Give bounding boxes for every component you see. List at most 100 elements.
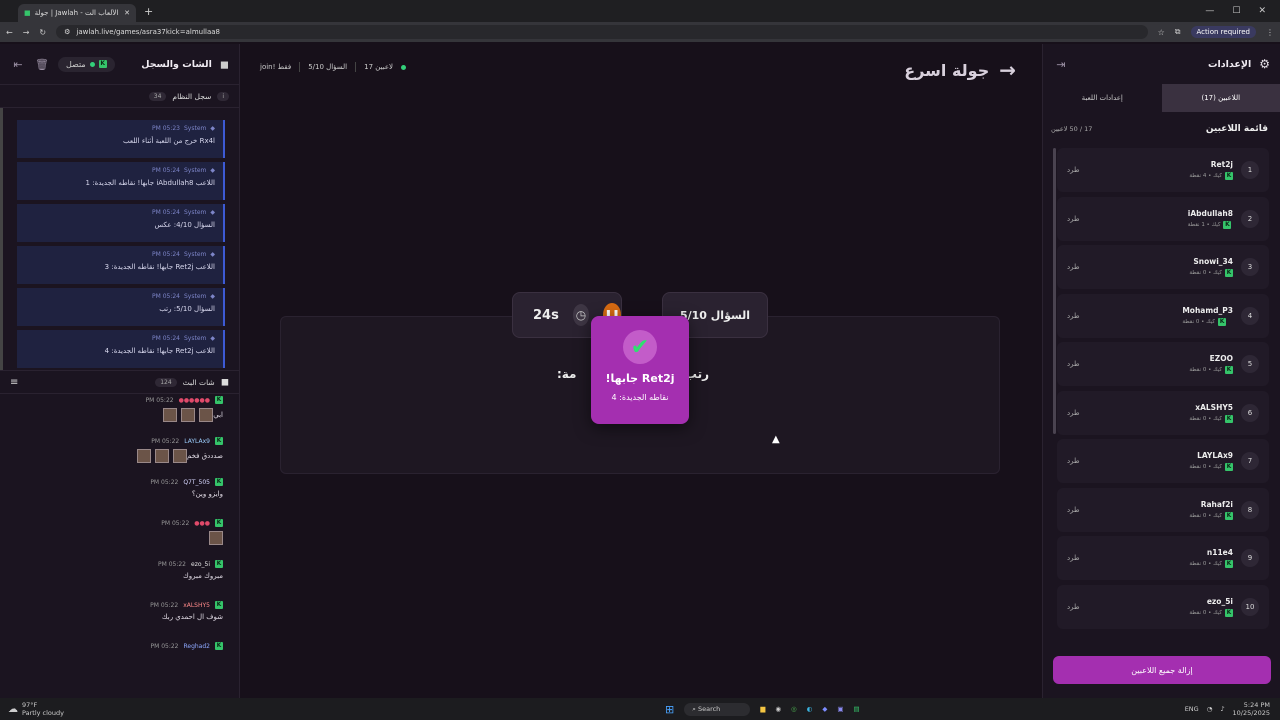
- taskbar-search[interactable]: ⌕ Search: [684, 702, 751, 716]
- kick-icon: K: [215, 642, 223, 650]
- emote-icon: [199, 408, 214, 422]
- live-chat-list[interactable]: K ●●●●●● 05:22 PM ابي K LAYLAx9 05:22 PM صدد…: [0, 394, 239, 676]
- system-icon: ◆: [210, 167, 215, 174]
- system-text: السؤال 4/10: عكس: [154, 221, 216, 229]
- player-count: 17 / 50 لاعبين: [1051, 125, 1093, 133]
- player-meta: كيك • 1 نقطة: [1187, 221, 1221, 228]
- new-tab-icon[interactable]: +: [144, 5, 153, 18]
- kick-icon: K: [1225, 269, 1233, 277]
- chat-username[interactable]: LAYLAx9: [184, 438, 210, 445]
- action-required-button[interactable]: Action required: [1190, 26, 1256, 38]
- kick-button[interactable]: طرد: [1067, 554, 1080, 562]
- online-dot-icon: [89, 61, 95, 67]
- system-message: ◆ System 05:24 PM اللاعب Ret2j جابها! نقاط…: [17, 330, 225, 368]
- system-icon: ◆: [210, 293, 215, 300]
- terminal-icon[interactable]: ▤: [853, 705, 859, 713]
- kick-button[interactable]: طرد: [1067, 215, 1080, 223]
- file-explorer-icon[interactable]: ▆: [760, 705, 765, 713]
- system-sender: System: [184, 293, 207, 300]
- collapse-panel-icon[interactable]: ⇤: [10, 56, 26, 72]
- url-field[interactable]: ⚙ jawlah.live/games/asra37kick=almullaa8: [56, 25, 1148, 39]
- reload-icon[interactable]: ↻: [39, 28, 46, 37]
- chat-username[interactable]: ●●●: [194, 520, 210, 527]
- tab-game-settings[interactable]: إعدادات اللعبة: [1043, 84, 1162, 112]
- player-name: ezo_5i: [1206, 596, 1233, 606]
- system-log-list[interactable]: ◆ System 05:23 PM Rx4l خرج من اللعبة أثناء…: [0, 108, 239, 370]
- steam-icon[interactable]: ◉: [775, 705, 781, 713]
- kick-button[interactable]: طرد: [1067, 166, 1080, 174]
- kick-button[interactable]: طرد: [1067, 312, 1080, 320]
- chat-text: مبروك مبروك: [183, 572, 223, 580]
- search-label: Search: [697, 704, 721, 713]
- filter-icon[interactable]: ≡: [10, 377, 18, 388]
- tab-close-icon[interactable]: ✕: [124, 9, 130, 17]
- system-icon: ◆: [210, 335, 215, 342]
- kick-icon: K: [1223, 220, 1232, 229]
- kick-button[interactable]: طرد: [1067, 457, 1080, 465]
- language-indicator[interactable]: ENG: [1185, 705, 1199, 713]
- edge-icon[interactable]: ◐: [807, 705, 813, 713]
- chat-message: K LAYLAx9 05:22 PM صدددق فخم: [0, 435, 239, 476]
- chat-username[interactable]: xALSHY5: [183, 602, 210, 609]
- tab-favicon-icon: ■: [24, 9, 31, 17]
- system-time: 05:23 PM: [151, 125, 180, 132]
- join-status: join! فقط: [260, 63, 292, 71]
- system-sender: System: [184, 125, 207, 132]
- system-log-count: 34: [148, 91, 167, 101]
- chat-panel-header: ◼ الشات والسجل K متصل 🗑 ⇤: [0, 44, 239, 84]
- kick-icon: K: [215, 437, 223, 445]
- player-list[interactable]: 1 Ret2j K كيك • 4 نقطة طرد 2 iAbdullah8 K كي…: [1057, 148, 1269, 638]
- player-row: 7 LAYLAx9 K كيك • 0 نقطة طرد: [1057, 439, 1269, 483]
- collapse-panel-icon[interactable]: ⇥: [1053, 56, 1069, 72]
- system-log-header[interactable]: i سجل النظام 34: [0, 84, 239, 108]
- minimize-icon[interactable]: —: [1205, 6, 1214, 16]
- scrollbar[interactable]: [1053, 148, 1056, 434]
- kick-button[interactable]: طرد: [1067, 506, 1080, 514]
- chat-username[interactable]: Reghad2: [183, 643, 210, 650]
- chat-username[interactable]: Q7T_505: [183, 479, 210, 486]
- player-rank: 2: [1241, 209, 1259, 228]
- weather-temp: 97°F: [22, 701, 38, 709]
- game-title: جولة اسرع: [904, 60, 990, 80]
- tab-players[interactable]: اللاعبين (17): [1161, 84, 1280, 112]
- player-row: 8 Rahaf2i K كيك • 0 نقطة طرد: [1057, 487, 1269, 532]
- site-info-icon[interactable]: ⚙: [64, 28, 70, 36]
- forward-icon[interactable]: →: [23, 28, 30, 37]
- kick-icon: K: [215, 560, 223, 568]
- menu-icon[interactable]: ⋮: [1266, 28, 1274, 37]
- weather-icon: ☁: [8, 703, 18, 715]
- game-area: → جولة اسرع join! فقط السؤال 5/10 17 لاع…: [240, 44, 1042, 698]
- chat-username[interactable]: ●●●●●●: [179, 397, 210, 404]
- windows-start-icon[interactable]: ⊞: [665, 703, 674, 716]
- browser-tab[interactable]: ■ جولة | Jawlah - منصة الألعاب الت... ✕: [18, 4, 136, 22]
- chat-username[interactable]: ezo_5i: [191, 561, 210, 568]
- player-name: LAYLAx9: [1197, 451, 1233, 460]
- system-text: اللاعب Ret2j جابها! نقاطه الجديدة: 4: [104, 347, 215, 355]
- back-icon[interactable]: ←: [6, 28, 13, 37]
- trash-icon[interactable]: 🗑: [34, 56, 50, 72]
- system-message: ◆ System 05:24 PM السؤال 4/10: عكس: [17, 204, 225, 242]
- kick-button[interactable]: طرد: [1067, 360, 1080, 368]
- star-icon[interactable]: ☆: [1158, 28, 1165, 37]
- kick-button[interactable]: طرد: [1067, 263, 1080, 271]
- emote-icon: [136, 449, 151, 463]
- player-list-header: قائمة اللاعبين 17 / 50 لاعبين: [1043, 114, 1280, 144]
- clock-time[interactable]: 5:24 PM: [1233, 701, 1270, 709]
- system-message: ◆ System 05:24 PM اللاعب iAbdullah8 جابها!…: [17, 162, 225, 200]
- remove-all-players-button[interactable]: إزالة جميع اللاعبين: [1053, 656, 1271, 684]
- live-chat-header[interactable]: ◼ شات البث 124 ≡: [0, 370, 239, 394]
- chrome-icon[interactable]: ◎: [791, 705, 797, 713]
- kick-button[interactable]: طرد: [1067, 603, 1080, 611]
- maximize-icon[interactable]: ☐: [1232, 6, 1240, 16]
- wifi-icon[interactable]: ◔: [1207, 705, 1213, 713]
- player-rank: 5: [1241, 355, 1259, 373]
- volume-icon[interactable]: ♪: [1220, 705, 1224, 713]
- extensions-icon[interactable]: ⧉: [1175, 27, 1181, 37]
- teams-icon[interactable]: ▣: [837, 705, 843, 713]
- discord-icon[interactable]: ◆: [822, 705, 827, 713]
- close-window-icon[interactable]: ✕: [1258, 6, 1266, 16]
- kick-button[interactable]: طرد: [1067, 409, 1080, 417]
- back-arrow-icon[interactable]: →: [999, 58, 1016, 82]
- question-suffix: مة:: [556, 367, 577, 381]
- kick-icon: K: [1225, 172, 1233, 180]
